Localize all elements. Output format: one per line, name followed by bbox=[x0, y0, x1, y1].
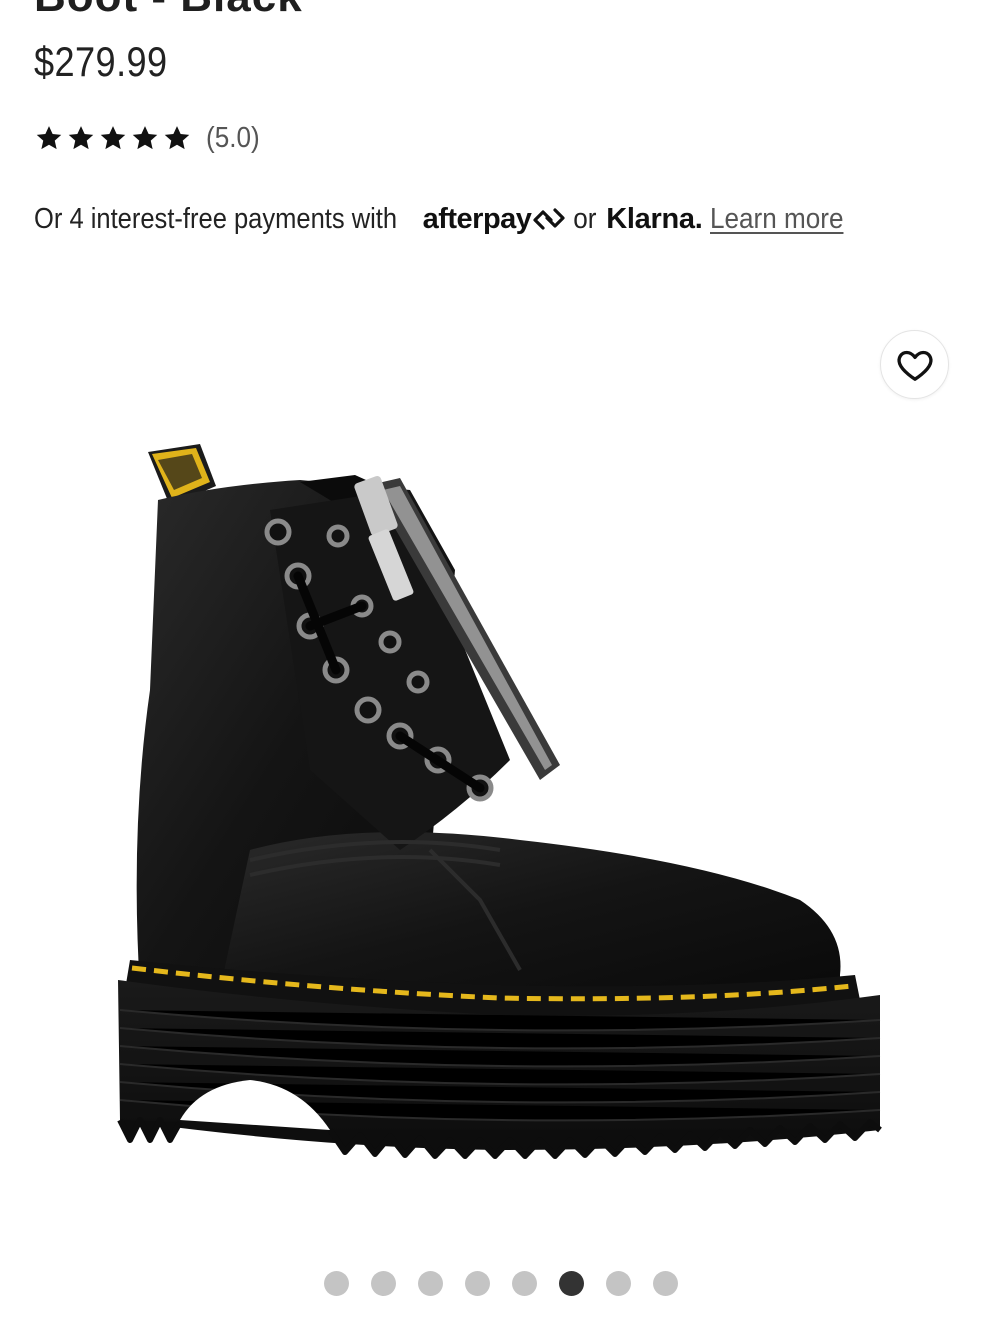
gallery-dot[interactable] bbox=[512, 1271, 537, 1296]
star-icon bbox=[68, 126, 94, 150]
gallery-dot-active[interactable] bbox=[559, 1271, 584, 1296]
heart-icon bbox=[896, 350, 933, 381]
klarna-logo: Klarna. bbox=[606, 202, 703, 235]
rating-value: (5.0) bbox=[206, 121, 260, 154]
star-icon bbox=[132, 126, 158, 150]
star-icon bbox=[100, 126, 126, 150]
afterpay-wordmark: afterpay bbox=[422, 202, 532, 235]
product-image[interactable] bbox=[100, 430, 900, 1170]
star-icon bbox=[36, 126, 62, 150]
or-separator: or bbox=[573, 202, 597, 235]
afterpay-arrows-icon bbox=[533, 208, 566, 230]
gallery-dot[interactable] bbox=[418, 1271, 443, 1296]
product-price: $279.99 bbox=[34, 38, 168, 85]
learn-more-link[interactable]: Learn more bbox=[710, 203, 843, 236]
star-icon bbox=[164, 126, 190, 150]
rating-stars bbox=[34, 123, 192, 153]
gallery-dot[interactable] bbox=[653, 1271, 678, 1296]
gallery-pagination bbox=[324, 1271, 678, 1296]
product-page: Boot - Black $279.99 (5.0) Or 4 interest… bbox=[0, 0, 1000, 1333]
gallery-dot[interactable] bbox=[371, 1271, 396, 1296]
gallery-dot[interactable] bbox=[324, 1271, 349, 1296]
rating-row[interactable]: (5.0) bbox=[34, 118, 266, 158]
add-to-wishlist-button[interactable] bbox=[880, 330, 949, 399]
afterpay-logo: afterpay bbox=[423, 203, 567, 236]
installment-payments: Or 4 interest-free payments with afterpa… bbox=[34, 196, 859, 242]
product-title: Boot - Black bbox=[34, 0, 303, 22]
installment-text: Or 4 interest-free payments with bbox=[34, 202, 398, 235]
gallery-dot[interactable] bbox=[465, 1271, 490, 1296]
gallery-dot[interactable] bbox=[606, 1271, 631, 1296]
